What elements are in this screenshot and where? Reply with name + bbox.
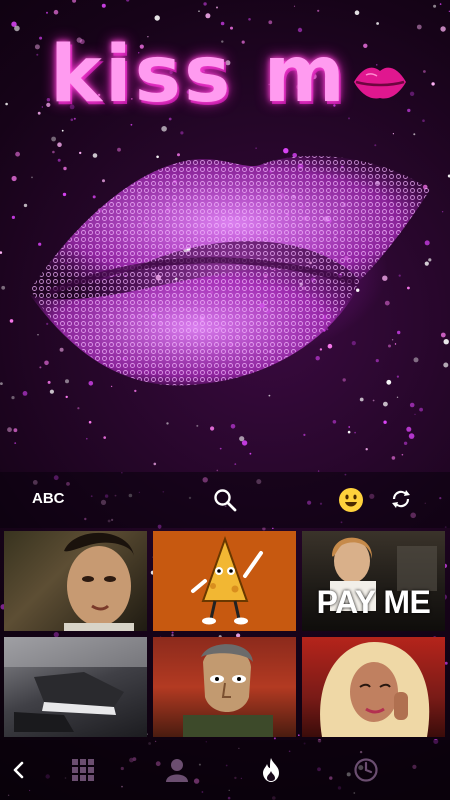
- glitter-sparkle: [88, 420, 92, 424]
- refresh-icon[interactable]: [389, 487, 413, 511]
- glitter-sparkle: [154, 15, 160, 21]
- keyboard-toolbar: ABC: [0, 472, 450, 528]
- glitter-sparkle: [46, 11, 48, 14]
- search-icon[interactable]: [212, 487, 238, 513]
- glitter-sparkle: [293, 5, 296, 7]
- glitter-sparkle: [423, 70, 426, 73]
- kiss-lips-icon: [354, 67, 406, 99]
- theme-title: kiss m: [50, 30, 348, 120]
- glitter-sparkle: [0, 382, 3, 385]
- glitter-sparkle: [72, 0, 77, 3]
- glitter-sparkle: [403, 441, 408, 445]
- gif-tile[interactable]: [4, 637, 147, 737]
- glitter-sparkle: [347, 430, 351, 434]
- glitter-sparkle: [354, 431, 356, 434]
- recent-clock-icon[interactable]: [353, 757, 379, 783]
- glitter-sparkle: [391, 456, 396, 460]
- gif-cartoon-cheese-image: [191, 536, 263, 625]
- glitter-sparkle: [431, 82, 435, 86]
- glitter-sparkle: [376, 22, 379, 25]
- glitter-sparkle: [103, 436, 106, 439]
- gif-blonde-woman-image: [320, 642, 430, 737]
- glitter-sparkle: [86, 437, 88, 440]
- bottom-nav: [0, 740, 450, 800]
- gif-tile[interactable]: [153, 531, 296, 631]
- glitter-sparkle: [153, 462, 157, 466]
- glitter-sparkle: [34, 44, 40, 50]
- glitter-sparkle: [414, 413, 416, 415]
- glitter-sparkle: [210, 426, 215, 431]
- glitter-sparkle: [230, 424, 236, 429]
- emoji-icon[interactable]: [338, 487, 364, 513]
- glitter-sparkle: [401, 453, 404, 456]
- glitter-sparkle: [439, 3, 442, 5]
- glitter-sparkle: [332, 420, 337, 424]
- glitter-sparkle: [317, 9, 320, 12]
- glitter-sparkle: [216, 469, 219, 472]
- glitter-sparkle: [303, 433, 306, 436]
- glitter-sparkle: [249, 452, 252, 455]
- glitter-sparkle: [216, 6, 218, 9]
- glitter-sparkle: [36, 53, 39, 56]
- glitter-sparkle: [241, 440, 248, 446]
- glitter-sparkle: [433, 4, 437, 8]
- glitter-sparkle: [234, 463, 237, 465]
- glitter-sparkle: [14, 25, 20, 32]
- glitter-sparkle: [268, 20, 273, 25]
- glitter-sparkle: [198, 10, 200, 12]
- gif-tile[interactable]: PAY ME: [302, 531, 445, 631]
- glitter-sparkle: [166, 422, 169, 425]
- glitter-sparkle: [205, 13, 211, 19]
- glitter-sparkle: [5, 102, 8, 106]
- grid-icon[interactable]: [70, 757, 96, 783]
- glitter-sparkle: [365, 448, 368, 451]
- glitter-sparkle: [348, 426, 351, 428]
- glitter-sparkle: [416, 24, 422, 30]
- trending-fire-icon[interactable]: [258, 757, 284, 783]
- sticker-icon[interactable]: [164, 757, 190, 783]
- glitter-sparkle: [220, 21, 225, 26]
- glitter-sparkle: [1, 285, 6, 290]
- keyboard-theme-screen: kiss m ABC PAY ME: [0, 0, 450, 800]
- glitter-sparkle: [383, 420, 387, 424]
- gif-tile[interactable]: [4, 531, 147, 631]
- glitter-sparkle: [101, 3, 106, 8]
- gif-tile[interactable]: [153, 637, 296, 737]
- glitter-lips-illustration: [30, 155, 430, 386]
- abc-button[interactable]: ABC: [32, 490, 65, 507]
- glitter-sparkle: [203, 2, 207, 6]
- gif-tile[interactable]: [302, 637, 445, 737]
- glitter-sparkle: [440, 26, 446, 32]
- glitter-sparkle: [408, 433, 415, 439]
- glitter-sparkle: [219, 447, 222, 450]
- glitter-sparkle: [39, 36, 43, 40]
- gif-woman-crying-image: [64, 532, 134, 631]
- glitter-sparkle: [41, 106, 43, 108]
- gif-grid: PAY ME: [0, 528, 450, 740]
- glitter-sparkle: [14, 442, 17, 444]
- glitter-sparkle: [7, 427, 12, 433]
- gif-sneakers-image: [4, 637, 147, 732]
- glitter-sparkle: [409, 91, 415, 97]
- glitter-sparkle: [13, 428, 18, 433]
- glitter-sparkle: [0, 251, 3, 254]
- glitter-sparkle: [126, 0, 130, 2]
- glitter-sparkle: [363, 43, 368, 48]
- gif-caption: PAY ME: [316, 584, 431, 620]
- gif-cartoon-man-image: [183, 644, 273, 737]
- glitter-sparkle: [354, 10, 360, 15]
- glitter-sparkle: [53, 9, 59, 15]
- glitter-sparkle: [196, 424, 199, 427]
- glitter-sparkle: [248, 18, 251, 21]
- back-icon[interactable]: [6, 757, 32, 783]
- glitter-sparkle: [406, 426, 412, 432]
